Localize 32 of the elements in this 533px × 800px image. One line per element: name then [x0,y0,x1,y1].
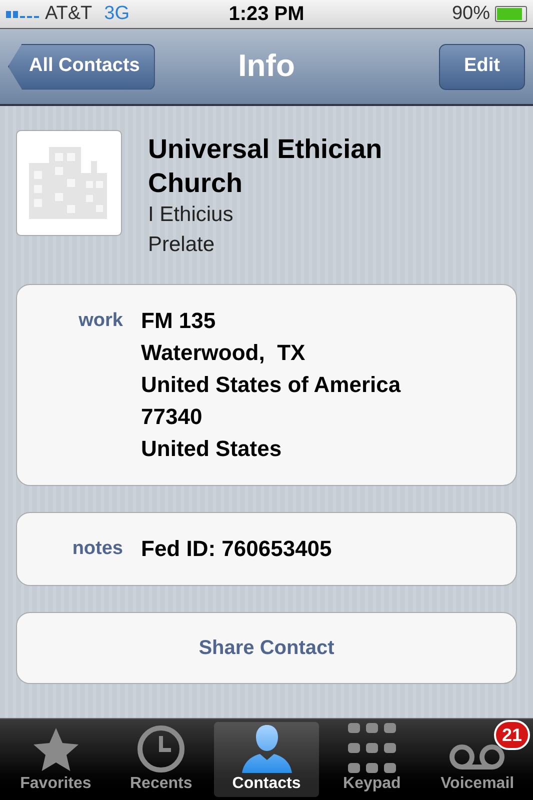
network-label: 3G [104,2,130,26]
tab-item[interactable]: Favorites [3,722,108,797]
battery-icon [495,6,527,22]
contact-name: Universal Ethician Church [148,133,384,200]
contact-person: I Ethicius [148,202,234,228]
star-icon [32,727,80,773]
signal-icon [6,10,39,18]
field-value: FM 135 [141,307,217,335]
field-value: Waterwood, TX [141,339,306,367]
screen-title: Info [238,47,295,86]
battery-label: 90% [452,2,490,26]
field-value: United States of America [141,371,401,399]
field-value: Fed ID: 760653405 [141,535,332,563]
keypad-icon [348,723,396,773]
field-value: 77340 [141,403,204,431]
back-button[interactable]: All Contacts [8,44,155,90]
tab-item[interactable]: Recents [108,722,214,797]
clock-label: 1:23 PM [228,2,304,27]
field-label: work [78,309,124,333]
clock-icon [137,725,186,773]
tab-item[interactable]: Keypad [319,722,425,797]
edit-button[interactable]: Edit [439,44,525,90]
tab-item[interactable]: Contacts [214,722,320,797]
company-placeholder-icon [16,130,122,236]
contact-job-title: Prelate [148,232,216,258]
person-icon [240,723,294,773]
field-label: notes [71,537,124,561]
carrier-label: AT&T [45,2,92,26]
field-value: United States [141,435,283,463]
unread-badge: 21 [494,720,530,750]
share-contact-button[interactable]: Share Contact [16,612,517,684]
tab-item[interactable]: Voicemail 21 [424,722,530,797]
